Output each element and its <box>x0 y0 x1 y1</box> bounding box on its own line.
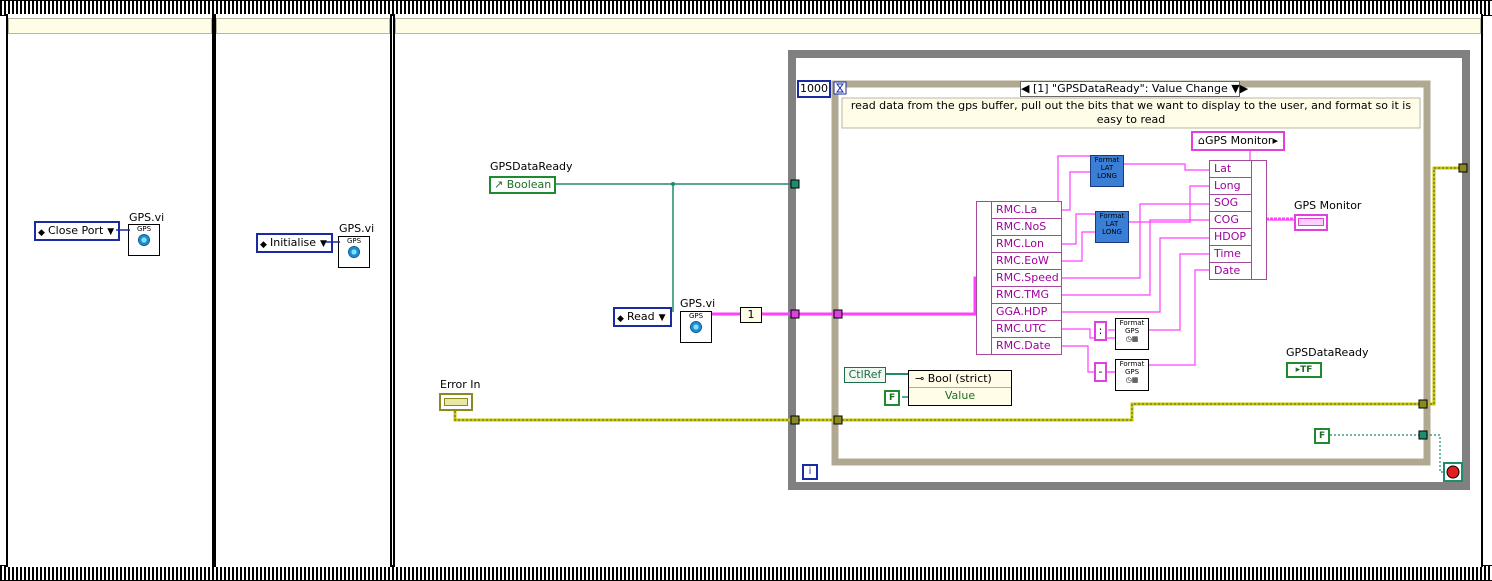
property-value[interactable]: Value <box>909 388 1011 404</box>
wire-close-port <box>116 229 130 231</box>
property-node-class: ⊸ Bool (strict) <box>909 371 1011 388</box>
gpsdataready-indicator[interactable]: ▸TF <box>1286 362 1322 378</box>
next-case-icon[interactable]: ▶ <box>1240 82 1248 95</box>
clock-calendar-icon: ◷▦ <box>1125 335 1139 343</box>
read-enum[interactable]: ◆ Read ▼ <box>613 307 672 327</box>
dropdown-arrow-icon[interactable]: ▼ <box>1231 82 1239 95</box>
index-constant[interactable]: 1 <box>740 307 762 323</box>
unbundle-item[interactable]: RMC.NoS <box>992 219 1061 236</box>
enum-arrows-icon: ◆ <box>38 228 45 238</box>
format-latlong-vi-2[interactable]: Format LAT LONG <box>1095 211 1129 243</box>
event-comment: read data from the gps buffer, pull out … <box>850 99 1412 126</box>
unbundle-item[interactable]: RMC.Date <box>992 338 1061 354</box>
bundle-item[interactable]: Date <box>1210 263 1251 279</box>
property-node[interactable]: ⊸ Bool (strict) Value <box>908 370 1012 406</box>
gps-vi-title-1: GPS.vi <box>339 222 375 235</box>
enum-arrows-icon: ◆ <box>617 314 624 324</box>
error-in-terminal[interactable] <box>439 393 473 411</box>
gpsdataready-label: GPSDataReady <box>490 160 573 173</box>
error-cluster-icon <box>444 398 468 406</box>
wiring-diagram <box>453 50 1470 490</box>
dropdown-arrow-icon[interactable]: ▼ <box>107 224 114 240</box>
local-var-icon: ⌂ <box>1198 134 1205 147</box>
bundle-by-name[interactable]: Lat Long SOG COG HDOP Time Date <box>1209 160 1267 280</box>
gps-vi-node-2[interactable]: GPS <box>680 311 712 343</box>
key-icon: ⊸ <box>915 372 925 385</box>
gps-monitor-label: GPS Monitor <box>1294 199 1362 212</box>
unbundle-by-name[interactable]: RMC.La RMC.NoS RMC.Lon RMC.EoW RMC.Speed… <box>976 201 1062 355</box>
close-port-enum[interactable]: ◆ Close Port ▼ <box>34 221 121 241</box>
format-latlong-vi-1[interactable]: Format LAT LONG <box>1090 155 1124 187</box>
unbundle-item[interactable]: RMC.TMG <box>992 287 1061 304</box>
gps-globe-icon <box>348 246 360 258</box>
unbundle-item[interactable]: RMC.Speed <box>992 270 1061 287</box>
loop-iteration-terminal: i <box>802 464 818 480</box>
wire-initialise <box>326 241 340 243</box>
loop-false-constant[interactable]: F <box>1314 428 1331 444</box>
gps-monitor-local-variable[interactable]: ⌂GPS Monitor▸ <box>1191 131 1285 151</box>
initialise-enum[interactable]: ◆ Initialise ▼ <box>256 233 333 253</box>
ctlref-terminal[interactable]: CtlRef <box>844 367 886 383</box>
dropdown-arrow-icon[interactable]: ▼ <box>659 310 666 326</box>
unbundle-item[interactable]: RMC.EoW <box>992 253 1061 270</box>
bundle-item[interactable]: Time <box>1210 246 1251 263</box>
bundle-item[interactable]: Long <box>1210 178 1251 195</box>
unbundle-handle <box>977 202 992 354</box>
gps-vi-node-0[interactable]: GPS <box>128 224 160 256</box>
arrow-right-icon: ▸ <box>1272 134 1278 147</box>
bundle-item[interactable]: HDOP <box>1210 229 1251 246</box>
gpsdataready-indicator-label: GPSDataReady <box>1286 346 1369 359</box>
gpsdataready-reference[interactable]: ↗ Boolean <box>489 176 557 194</box>
gps-vi-title-0: GPS.vi <box>129 211 165 224</box>
prev-case-icon[interactable]: ◀ <box>1021 82 1029 95</box>
gps-vi-node-1[interactable]: GPS <box>338 236 370 268</box>
bundle-handle <box>1251 161 1266 279</box>
unbundle-item[interactable]: RMC.Lon <box>992 236 1061 253</box>
timeout-constant[interactable]: 1000 <box>797 80 831 98</box>
dash-string-constant[interactable]: - <box>1094 362 1107 382</box>
gps-globe-icon <box>138 234 150 246</box>
colon-string-constant[interactable]: : <box>1094 321 1107 341</box>
false-constant[interactable]: F <box>884 390 901 406</box>
format-gps-vi-2[interactable]: Format GPS ◷▦ <box>1115 359 1149 391</box>
error-in-label: Error In <box>440 378 481 391</box>
dropdown-arrow-icon[interactable]: ▼ <box>320 236 327 252</box>
clock-calendar-icon: ◷▦ <box>1125 376 1139 384</box>
cluster-icon <box>1298 218 1324 226</box>
gps-monitor-indicator[interactable] <box>1294 214 1328 231</box>
format-gps-vi-1[interactable]: Format GPS ◷▦ <box>1115 318 1149 350</box>
bundle-item[interactable]: COG <box>1210 212 1251 229</box>
event-case-selector[interactable]: ◀ [1] "GPSDataReady": Value Change ▼▶ <box>1020 81 1248 97</box>
gps-vi-title-2: GPS.vi <box>680 297 716 310</box>
bundle-item[interactable]: SOG <box>1210 195 1251 212</box>
gps-globe-icon <box>690 321 702 333</box>
unbundle-item[interactable]: RMC.La <box>992 202 1061 219</box>
unbundle-item[interactable]: GGA.HDP <box>992 304 1061 321</box>
unbundle-item[interactable]: RMC.UTC <box>992 321 1061 338</box>
bundle-item[interactable]: Lat <box>1210 161 1251 178</box>
reference-icon: ↗ <box>494 178 504 191</box>
enum-arrows-icon: ◆ <box>260 240 267 250</box>
